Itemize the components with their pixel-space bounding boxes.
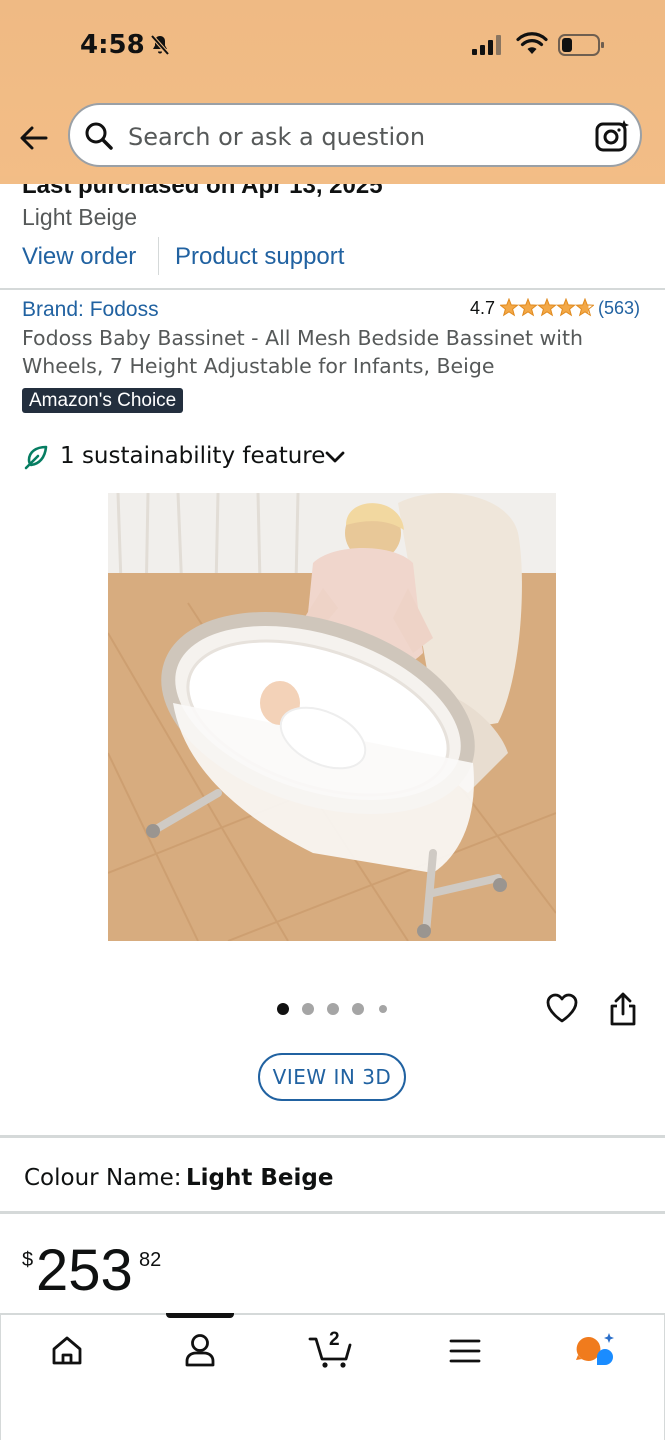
star [537,298,557,317]
sustainability-toggle[interactable]: 1 sustainability feature [60,443,325,469]
active-tab-indicator [166,1313,234,1318]
search-icon [85,122,113,150]
signal-icon [472,35,501,55]
product-image[interactable] [108,493,556,941]
search-bar[interactable]: Search or ask a question [68,103,642,167]
star [500,298,519,317]
carousel-dot[interactable] [379,1005,387,1013]
share-icon[interactable] [608,991,638,1027]
colour-value: Light Beige [186,1165,334,1191]
chevron-down-icon[interactable] [324,448,346,466]
rating-value: 4.7 [470,298,496,318]
heart-icon[interactable] [545,992,579,1024]
back-arrow-icon[interactable] [18,122,50,154]
menu-icon[interactable] [449,1337,481,1365]
star [518,298,538,317]
home-icon[interactable] [50,1334,84,1368]
amazons-choice-badge: Amazon's Choice [22,388,184,413]
product-title: Fodoss Baby Bassinet - All Mesh Bedside … [22,326,584,378]
link-divider [158,237,159,275]
price-whole: 253 [36,1238,133,1303]
star [556,298,576,317]
silent-bell-icon [150,34,170,56]
status-time: 4:58 [80,30,145,60]
price-currency: $ [22,1249,34,1271]
section-divider [0,288,665,290]
search-input[interactable]: Search or ask a question [128,123,425,151]
rufus-icon[interactable] [574,1331,618,1371]
view-in-3d-button[interactable]: VIEW IN 3D [258,1053,406,1101]
carousel-dot[interactable] [327,1003,339,1015]
carousel-dot[interactable] [352,1003,364,1015]
header-edge [0,176,665,184]
carousel-dot[interactable] [302,1003,314,1015]
leaf-icon [24,445,48,470]
camera-lens-icon[interactable] [594,119,630,153]
purchased-variant: Light Beige [22,204,138,230]
brand-link[interactable]: Brand: Fodoss [22,298,159,322]
star [575,298,594,317]
cart-count: 2 [329,1329,340,1350]
colour-label: Colour Name: [24,1165,182,1191]
wifi-icon [516,32,548,54]
view-order-link[interactable]: View order [22,243,136,271]
section-divider [0,1211,665,1214]
carousel-dot[interactable] [277,1003,289,1015]
rating-count-link[interactable]: (563) [598,298,640,319]
account-icon[interactable] [183,1332,217,1368]
battery-icon [558,34,604,56]
star-rating[interactable] [500,298,594,318]
price-fraction: 82 [139,1249,162,1271]
product-support-link[interactable]: Product support [175,243,344,271]
section-divider [0,1135,665,1138]
